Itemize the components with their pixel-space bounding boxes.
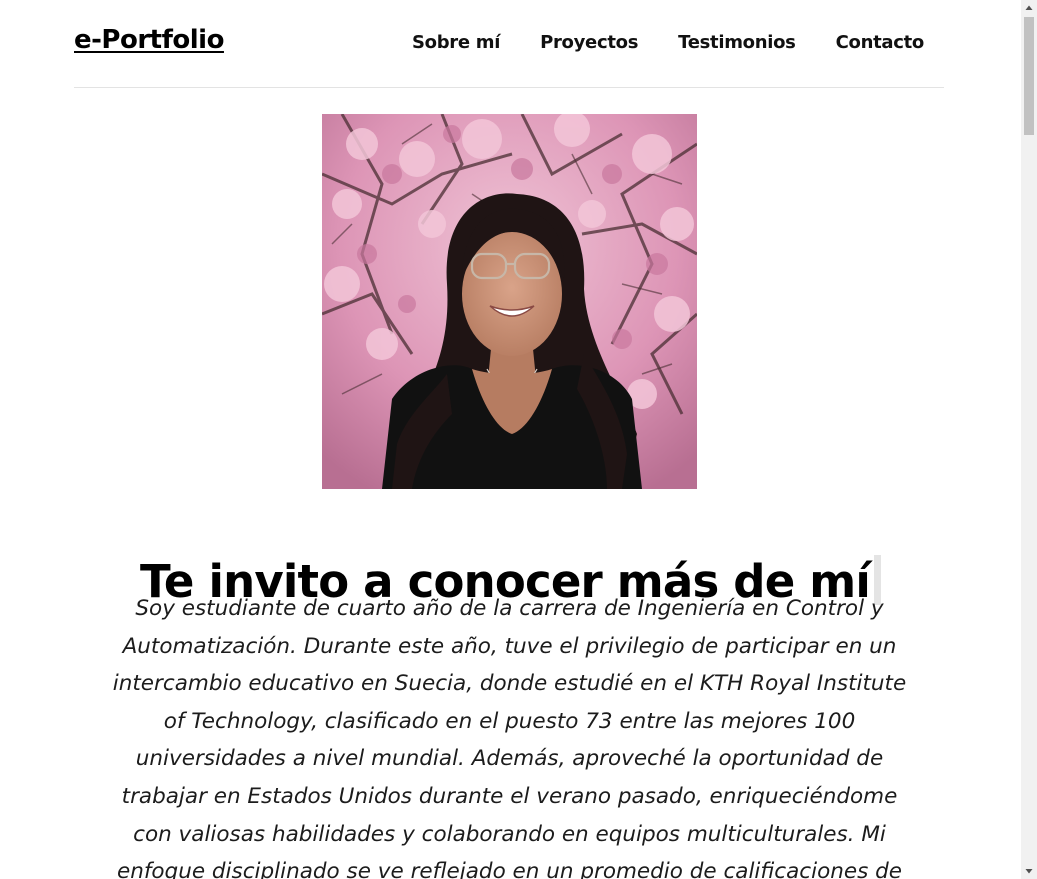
brand-logo-link[interactable]: e-Portfolio [74, 25, 224, 55]
triangle-up-icon[interactable] [1021, 0, 1037, 16]
scrollbar-thumb[interactable] [1024, 17, 1034, 135]
hero-bio-paragraph: Soy estudiante de cuarto año de la carre… [112, 596, 907, 879]
main-nav: Sobre mí Proyectos Testimonios Contacto [412, 32, 924, 53]
triangle-down-icon[interactable] [1021, 863, 1037, 879]
site-header: e-Portfolio Sobre mí Proyectos Testimoni… [74, 0, 944, 88]
nav-link-proyectos[interactable]: Proyectos [540, 32, 638, 53]
profile-photo-illustration [322, 114, 697, 489]
vertical-scrollbar[interactable] [1021, 0, 1037, 879]
nav-link-contacto[interactable]: Contacto [836, 32, 925, 53]
page: e-Portfolio Sobre mí Proyectos Testimoni… [0, 0, 1021, 879]
nav-link-testimonios[interactable]: Testimonios [678, 32, 796, 53]
profile-photo [322, 114, 697, 489]
nav-link-sobre-mi[interactable]: Sobre mí [412, 32, 500, 53]
